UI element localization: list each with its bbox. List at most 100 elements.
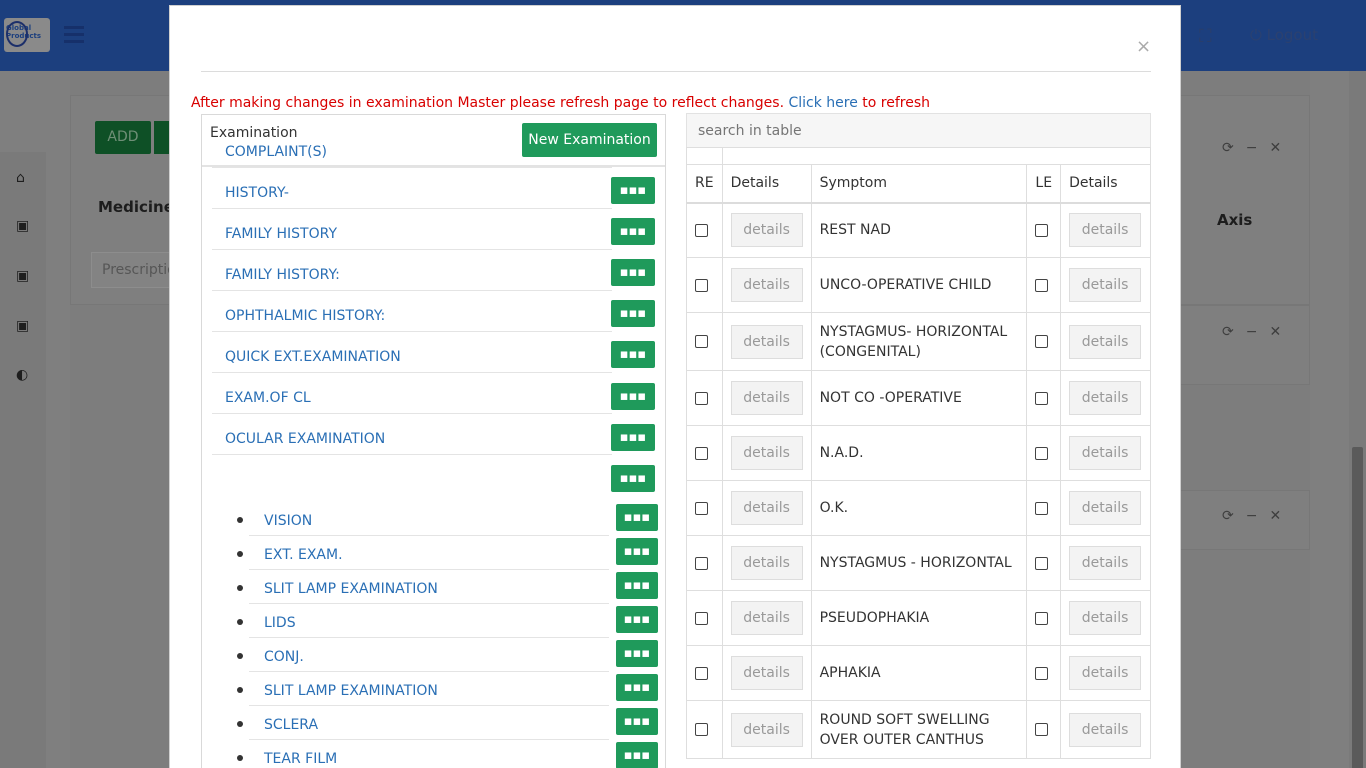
medical-kit-icon-3[interactable]: ▣ [16,318,32,334]
le-details-button[interactable]: details [1069,213,1142,248]
menu-toggle-icon[interactable] [64,26,84,44]
exam-sub-item-label[interactable]: EXT. EXAM. [264,547,343,563]
exam-sub-options-button[interactable]: ▪▪▪ [616,504,658,531]
le-details-button[interactable]: details [1069,546,1142,580]
re-details-button[interactable]: details [730,268,803,302]
le-checkbox[interactable] [1035,611,1049,625]
re-details-button[interactable]: details [730,324,803,359]
exam-item[interactable]: COMPLAINT(S) [212,132,612,168]
exam-sub-item-label[interactable]: TEAR FILM [264,751,337,767]
page-scrollbar[interactable] [1349,71,1366,768]
le-checkbox[interactable] [1035,278,1049,292]
exam-item-label[interactable]: QUICK EXT.EXAMINATION [225,349,401,365]
exam-sub-options-button[interactable]: ▪▪▪ [616,708,658,735]
re-checkbox[interactable] [695,278,708,292]
exam-sub-options-button[interactable]: ▪▪▪ [616,742,658,768]
exam-sub-item-label[interactable]: SLIT LAMP EXAMINATION [264,581,438,597]
le-details-button[interactable]: details [1069,324,1142,359]
exam-sub-item-label[interactable]: CONJ. [264,649,304,665]
re-checkbox[interactable] [695,391,708,405]
re-checkbox[interactable] [695,223,708,237]
add-button[interactable]: ADD [95,121,151,154]
le-details-button[interactable]: details [1069,436,1142,470]
card-tools-3[interactable]: ⟳−✕ [1222,508,1293,524]
exam-options-button[interactable]: ▪▪▪ [611,177,655,204]
exam-sub-item-label[interactable]: VISION [264,513,312,529]
exam-item[interactable]: QUICK EXT.EXAMINATION [212,337,612,373]
le-checkbox[interactable] [1035,501,1049,515]
secondary-button[interactable] [154,121,170,154]
re-details-button[interactable]: details [730,656,803,690]
exam-sub-item[interactable]: VISION [249,506,609,536]
exam-sub-item[interactable]: TEAR FILM [249,744,609,768]
re-details-button[interactable]: details [730,213,803,248]
close-icon[interactable]: × [1136,36,1151,57]
re-details-button[interactable]: details [730,546,803,580]
exam-options-button[interactable]: ▪▪▪ [611,300,655,327]
prescription-input[interactable]: Prescriptio [91,252,176,288]
le-checkbox[interactable] [1035,556,1049,570]
exam-item-label[interactable]: OPHTHALMIC HISTORY: [225,308,385,324]
exam-options-button[interactable]: ▪▪▪ [611,383,655,410]
re-checkbox[interactable] [695,556,708,570]
exam-sub-options-button[interactable]: ▪▪▪ [616,572,658,599]
home-icon[interactable]: ⌂ [16,170,32,186]
exam-item[interactable]: OPHTHALMIC HISTORY: [212,296,612,332]
medical-kit-icon-2[interactable]: ▣ [16,268,32,284]
le-details-button[interactable]: details [1069,712,1142,747]
le-checkbox[interactable] [1035,335,1049,348]
symptom-search-input[interactable] [686,113,1151,148]
exam-sub-options-button[interactable]: ▪▪▪ [616,674,658,701]
le-details-button[interactable]: details [1069,491,1142,525]
le-checkbox[interactable] [1035,391,1049,405]
exam-options-button[interactable]: ▪▪▪ [611,424,655,451]
le-checkbox[interactable] [1035,723,1049,736]
re-checkbox[interactable] [695,723,708,736]
re-checkbox[interactable] [695,446,708,460]
exam-item-label[interactable]: FAMILY HISTORY: [225,267,340,283]
exam-sub-item[interactable]: SLIT LAMP EXAMINATION [249,676,609,706]
card-tools[interactable]: ⟳−✕ [1222,140,1293,156]
drop-icon[interactable]: ◐ [16,367,32,383]
exam-options-button[interactable]: ▪▪▪ [611,341,655,368]
exam-sub-item[interactable]: SCLERA [249,710,609,740]
exam-sub-item[interactable]: SLIT LAMP EXAMINATION [249,574,609,604]
exam-sub-options-button[interactable]: ▪▪▪ [616,538,658,565]
exam-sub-item[interactable]: CONJ. [249,642,609,672]
exam-item[interactable]: OCULAR EXAMINATION [212,419,612,455]
exam-sub-item-label[interactable]: SLIT LAMP EXAMINATION [264,683,438,699]
exam-sub-item-label[interactable]: SCLERA [264,717,318,733]
exam-options-button[interactable]: ▪▪▪ [611,259,655,286]
re-details-button[interactable]: details [730,712,803,747]
exam-sub-options-button[interactable]: ▪▪▪ [616,640,658,667]
le-checkbox[interactable] [1035,446,1049,460]
le-details-button[interactable]: details [1069,656,1142,690]
exam-item-label[interactable]: FAMILY HISTORY [225,226,337,242]
exam-item[interactable]: FAMILY HISTORY [212,214,612,250]
le-checkbox[interactable] [1035,666,1049,680]
refresh-link[interactable]: Click here [788,95,857,111]
re-checkbox[interactable] [695,335,708,348]
exam-sub-item[interactable]: LIDS [249,608,609,638]
exam-sub-options-button[interactable]: ▪▪▪ [616,606,658,633]
exam-item[interactable]: EXAM.OF CL [212,378,612,414]
re-checkbox[interactable] [695,501,708,515]
exam-item-label[interactable]: HISTORY- [225,185,289,201]
re-details-button[interactable]: details [730,436,803,470]
le-details-button[interactable]: details [1069,268,1142,302]
re-details-button[interactable]: details [730,491,803,525]
exam-item-label[interactable]: EXAM.OF CL [225,390,311,406]
le-details-button[interactable]: details [1069,381,1142,415]
re-details-button[interactable]: details [730,381,803,415]
exam-sub-item[interactable]: EXT. EXAM. [249,540,609,570]
exam-item[interactable]: HISTORY- [212,173,612,209]
le-checkbox[interactable] [1035,223,1049,237]
fullscreen-icon[interactable]: ⛶ [1199,26,1219,47]
exam-item-label[interactable]: OCULAR EXAMINATION [225,431,385,447]
medical-kit-icon[interactable]: ▣ [16,218,32,234]
card-tools-2[interactable]: ⟳−✕ [1222,324,1293,340]
logout-button[interactable]: ⏻ Logout [1250,26,1318,44]
exam-item-label[interactable]: COMPLAINT(S) [225,144,327,160]
exam-options-button[interactable]: ▪▪▪ [611,218,655,245]
exam-options-button[interactable]: ▪▪▪ [611,465,655,492]
